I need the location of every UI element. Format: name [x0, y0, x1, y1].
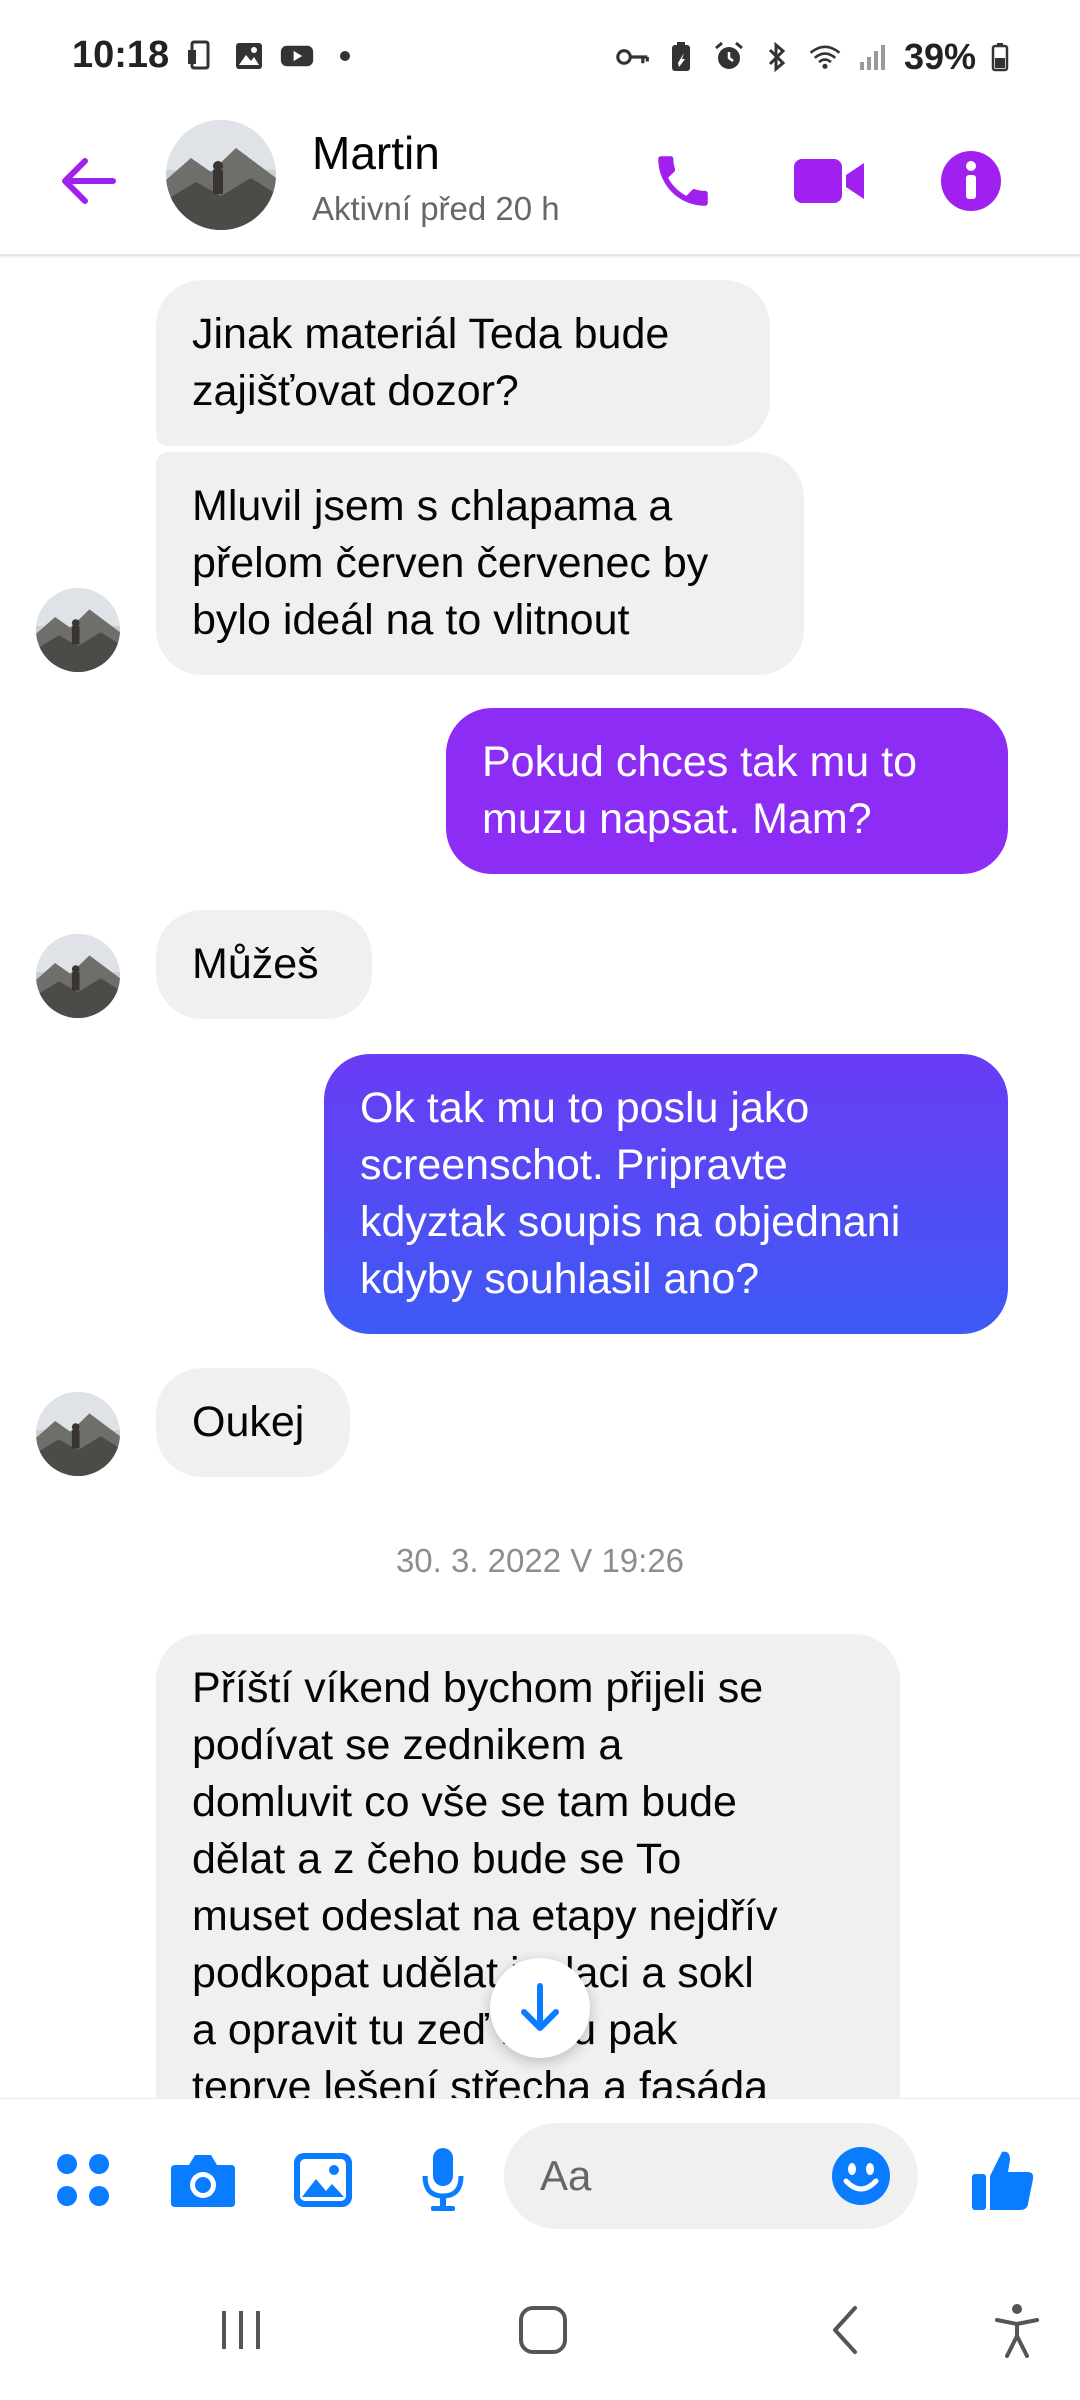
message-bubble-outgoing[interactable]: Pokud chces tak mu to muzu napsat. Mam?	[446, 708, 1008, 874]
vpn-key-icon	[616, 41, 650, 73]
mountain-photo-icon	[166, 120, 276, 230]
alarm-icon	[712, 41, 746, 73]
like-button[interactable]	[958, 2135, 1048, 2225]
home-icon	[519, 2306, 567, 2354]
recent-apps-icon	[222, 2311, 260, 2349]
sender-avatar[interactable]	[36, 588, 120, 672]
system-navigation-bar	[0, 2260, 1080, 2400]
message-bubble-outgoing[interactable]: Ok tak mu to poslu jako screenschot. Pri…	[324, 1054, 1008, 1334]
voice-message-button[interactable]	[398, 2135, 488, 2225]
message-bubble-incoming[interactable]: Oukej	[156, 1368, 350, 1477]
chat-header: Martin Aktivní před 20 h	[0, 120, 1080, 256]
scroll-to-bottom-button[interactable]	[490, 1958, 590, 2058]
mountain-photo-icon	[36, 1392, 120, 1476]
camera-button[interactable]	[158, 2135, 248, 2225]
message-input[interactable]	[540, 2123, 820, 2229]
battery-percent: 39%	[903, 36, 976, 77]
recent-apps-button[interactable]	[196, 2290, 286, 2370]
smiley-icon	[832, 2147, 890, 2205]
camera-icon	[171, 2155, 235, 2207]
video-camera-icon	[794, 159, 864, 203]
sender-avatar[interactable]	[36, 1392, 120, 1476]
signal-icon	[856, 41, 890, 73]
chevron-left-icon	[833, 2306, 857, 2354]
bluetooth-icon	[760, 41, 794, 73]
message-input-wrapper	[504, 2123, 918, 2229]
accessibility-button[interactable]	[972, 2290, 1062, 2370]
status-bar: 10:18 39%	[0, 0, 1080, 120]
voice-call-button[interactable]	[638, 136, 728, 226]
back-nav-button[interactable]	[800, 2290, 890, 2370]
home-button[interactable]	[498, 2290, 588, 2370]
status-system-icons: 39%	[616, 36, 1010, 78]
emoji-button[interactable]	[824, 2139, 898, 2213]
youtube-icon	[280, 40, 314, 72]
back-arrow-icon	[62, 158, 116, 204]
image-icon	[294, 2153, 352, 2207]
arrow-down-icon	[521, 1983, 559, 2031]
conversation-info-button[interactable]	[926, 136, 1016, 226]
mountain-photo-icon	[36, 934, 120, 1018]
grid-menu-icon	[57, 2154, 109, 2206]
video-call-button[interactable]	[784, 136, 874, 226]
info-icon	[941, 151, 1001, 211]
back-button[interactable]	[52, 146, 122, 216]
message-bubble-incoming[interactable]: Mluvil jsem s chlapama a přelom červen č…	[156, 452, 804, 675]
gallery-icon	[232, 40, 266, 72]
message-list[interactable]: Jinak materiál Teda bude zajišťovat dozo…	[0, 258, 1080, 2098]
accessibility-icon	[995, 2304, 1039, 2358]
message-bubble-incoming[interactable]: Jinak materiál Teda bude zajišťovat dozo…	[156, 280, 770, 446]
contact-status: Aktivní před 20 h	[312, 190, 560, 227]
message-bubble-incoming[interactable]: Můžeš	[156, 910, 372, 1019]
contact-name[interactable]: Martin	[312, 126, 440, 180]
battery-saver-icon	[664, 41, 698, 73]
phone-icon	[658, 156, 708, 206]
wifi-icon	[808, 41, 842, 73]
status-time: 10:18	[72, 34, 170, 76]
microphone-icon	[422, 2148, 464, 2211]
mountain-photo-icon	[36, 588, 120, 672]
gallery-button[interactable]	[278, 2135, 368, 2225]
message-composer	[0, 2098, 1080, 2260]
contact-avatar[interactable]	[166, 120, 276, 230]
status-notification-icons	[184, 40, 362, 72]
more-actions-button[interactable]	[38, 2135, 128, 2225]
sender-avatar[interactable]	[36, 934, 120, 1018]
battery-icon	[990, 41, 1010, 73]
thumbs-up-icon	[972, 2151, 1034, 2210]
phone-screen-icon	[184, 40, 218, 72]
dot-icon	[328, 40, 362, 72]
message-timestamp: 30. 3. 2022 V 19:26	[395, 1542, 685, 1579]
